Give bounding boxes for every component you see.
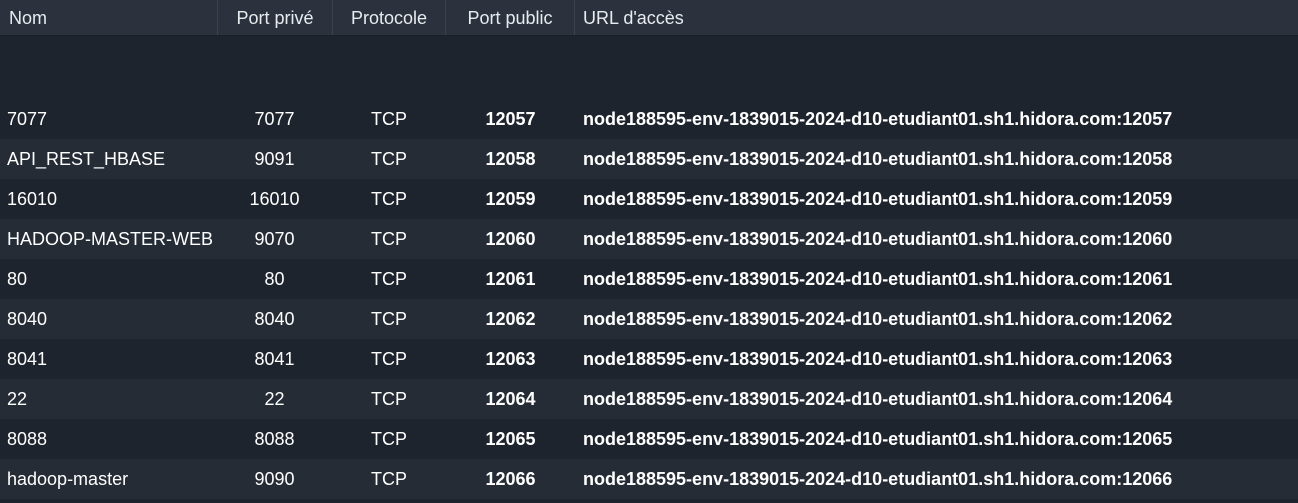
cell-private-port: 8088 xyxy=(254,429,295,449)
cell-access-url[interactable]: node188595-env-1839015-2024-d10-etudiant… xyxy=(583,379,1295,419)
cell-name: 7077 xyxy=(7,109,48,129)
cell-protocol: TCP xyxy=(371,109,407,129)
cell-access-url[interactable]: node188595-env-1839015-2024-d10-etudiant… xyxy=(583,419,1295,459)
table-row[interactable]: 16010 16010 TCP 12059 node188595-env-1839015… xyxy=(0,179,1298,219)
cell-private-port: 9090 xyxy=(254,469,295,489)
table-row[interactable]: 8040 8040 TCP 12062 node188595-env-1839015-2… xyxy=(0,299,1298,339)
table-row[interactable]: 80 80 TCP 12061 node188595-env-1839015-2024-… xyxy=(0,259,1298,299)
cell-protocol: TCP xyxy=(371,309,407,329)
cell-private-port: 22 xyxy=(264,389,285,409)
table-row[interactable]: 8088 8088 TCP 12065 node188595-env-1839015-2… xyxy=(0,419,1298,459)
column-header-protocol[interactable]: Protocole xyxy=(333,0,445,35)
cell-protocol: TCP xyxy=(371,429,407,449)
cell-access-url[interactable]: node188595-env-1839015-2024-d10-etudiant… xyxy=(583,139,1295,179)
cell-protocol: TCP xyxy=(371,269,407,289)
cell-name: 22 xyxy=(7,389,28,409)
empty-row-area xyxy=(0,36,1298,99)
table-row[interactable]: HADOOP-MASTER-WEB 9070 TCP 12060 node188595-… xyxy=(0,219,1298,259)
column-divider[interactable] xyxy=(574,0,575,35)
cell-public-port: 12057 xyxy=(485,109,536,129)
cell-public-port: 12059 xyxy=(485,189,536,209)
cell-name: API_REST_HBASE xyxy=(7,149,166,169)
cell-access-url[interactable]: node188595-env-1839015-2024-d10-etudiant… xyxy=(583,259,1295,299)
cell-name: hadoop-master xyxy=(7,469,129,489)
column-header-url[interactable]: URL d'accès xyxy=(583,0,684,35)
cell-public-port: 12062 xyxy=(485,309,536,329)
table-row[interactable]: hadoop-master 9090 TCP 12066 node188595-env-… xyxy=(0,459,1298,499)
cell-protocol: TCP xyxy=(371,349,407,369)
cell-name: HADOOP-MASTER-WEB xyxy=(7,229,212,249)
cell-name: 8040 xyxy=(7,309,48,329)
cell-protocol: TCP xyxy=(371,389,407,409)
cell-public-port: 12060 xyxy=(485,229,536,249)
cell-access-url[interactable]: node188595-env-1839015-2024-d10-etudiant… xyxy=(583,219,1295,259)
cell-private-port: 8041 xyxy=(254,349,295,369)
cell-access-url[interactable]: node188595-env-1839015-2024-d10-etudiant… xyxy=(583,299,1295,339)
cell-public-port: 12058 xyxy=(485,149,536,169)
column-header-public-port[interactable]: Port public xyxy=(446,0,574,35)
column-header-private-port[interactable]: Port privé xyxy=(218,0,332,35)
cell-access-url[interactable]: node188595-env-1839015-2024-d10-etudiant… xyxy=(583,459,1295,499)
cell-private-port: 16010 xyxy=(249,189,300,209)
cell-private-port: 7077 xyxy=(254,109,295,129)
endpoints-table: Nom Port privé Protocole Port public URL… xyxy=(0,0,1298,503)
cell-private-port: 9091 xyxy=(254,149,295,169)
table-row[interactable]: 22 22 TCP 12064 node188595-env-1839015-2024-… xyxy=(0,379,1298,419)
cell-private-port: 9070 xyxy=(254,229,295,249)
cell-access-url[interactable]: node188595-env-1839015-2024-d10-etudiant… xyxy=(583,179,1295,219)
cell-name: 8041 xyxy=(7,349,48,369)
cell-name: 16010 xyxy=(7,189,58,209)
cell-public-port: 12064 xyxy=(485,389,536,409)
table-header: Nom Port privé Protocole Port public URL… xyxy=(0,0,1298,36)
cell-name: 80 xyxy=(7,269,28,289)
cell-protocol: TCP xyxy=(371,149,407,169)
cell-public-port: 12065 xyxy=(485,429,536,449)
table-row[interactable]: 7077 7077 TCP 12057 node188595-env-1839015-2… xyxy=(0,99,1298,139)
cell-protocol: TCP xyxy=(371,189,407,209)
cell-access-url[interactable]: node188595-env-1839015-2024-d10-etudiant… xyxy=(583,339,1295,379)
cell-protocol: TCP xyxy=(371,229,407,249)
table-row[interactable]: 8041 8041 TCP 12063 node188595-env-1839015-2… xyxy=(0,339,1298,379)
cell-public-port: 12063 xyxy=(485,349,536,369)
cell-private-port: 80 xyxy=(264,269,285,289)
cell-private-port: 8040 xyxy=(254,309,295,329)
cell-public-port: 12061 xyxy=(485,269,536,289)
cell-access-url[interactable]: node188595-env-1839015-2024-d10-etudiant… xyxy=(583,99,1295,139)
cell-public-port: 12066 xyxy=(485,469,536,489)
cell-name: 8088 xyxy=(7,429,48,449)
cell-protocol: TCP xyxy=(371,469,407,489)
column-header-name[interactable]: Nom xyxy=(9,0,47,35)
table-row[interactable]: API_REST_HBASE 9091 TCP 12058 node188595-env… xyxy=(0,139,1298,179)
